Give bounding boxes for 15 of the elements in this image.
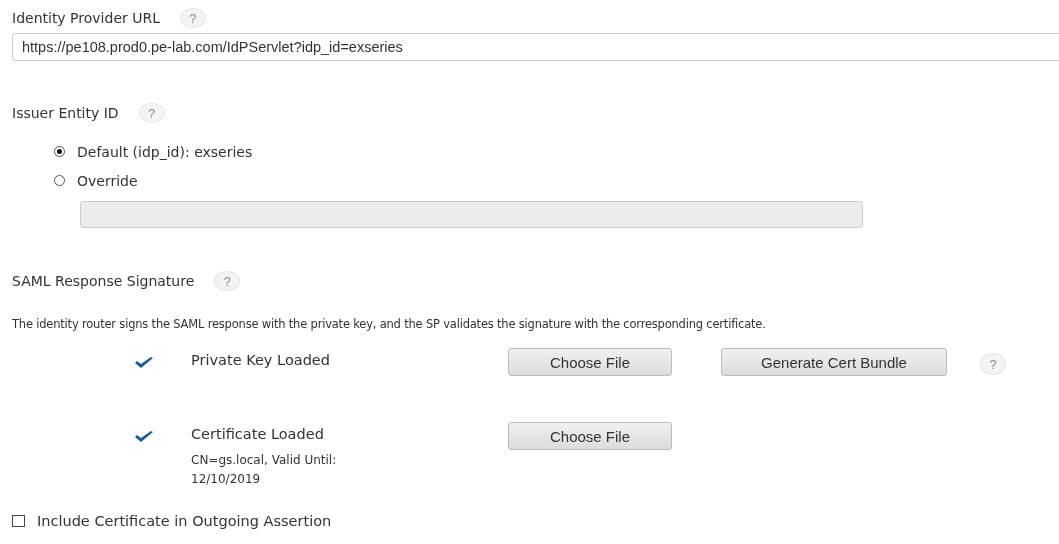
- status-label: Certificate Loaded: [191, 426, 325, 442]
- checkbox[interactable]: [12, 515, 25, 527]
- field-label: Identity Provider URL: [12, 10, 160, 26]
- status-label: Private Key Loaded: [191, 352, 331, 368]
- url-field[interactable]: https://pe108.prod0.pe-lab.com/IdPServlet?idp_id=exseries: [12, 33, 1059, 61]
- action-button[interactable]: Choose File: [508, 422, 672, 450]
- certificate-details: CN=gs.local, Valid Until: 12/10/2019: [191, 452, 338, 488]
- description-text: The identity router signs the SAML response with the private key, and the SP validates the signature with the corresponding certificate.: [12, 317, 767, 331]
- action-button[interactable]: Choose File: [508, 348, 672, 376]
- section-label: SAML Response Signature: [12, 273, 195, 289]
- action-button[interactable]: Generate Cert Bundle: [721, 348, 947, 376]
- field-label: Issuer Entity ID: [12, 105, 119, 121]
- radio-label[interactable]: Override: [77, 172, 138, 189]
- radio-label[interactable]: Default (idp_id): exseries: [77, 143, 253, 160]
- checkbox-label[interactable]: Include Certificate in Outgoing Assertion: [37, 513, 332, 529]
